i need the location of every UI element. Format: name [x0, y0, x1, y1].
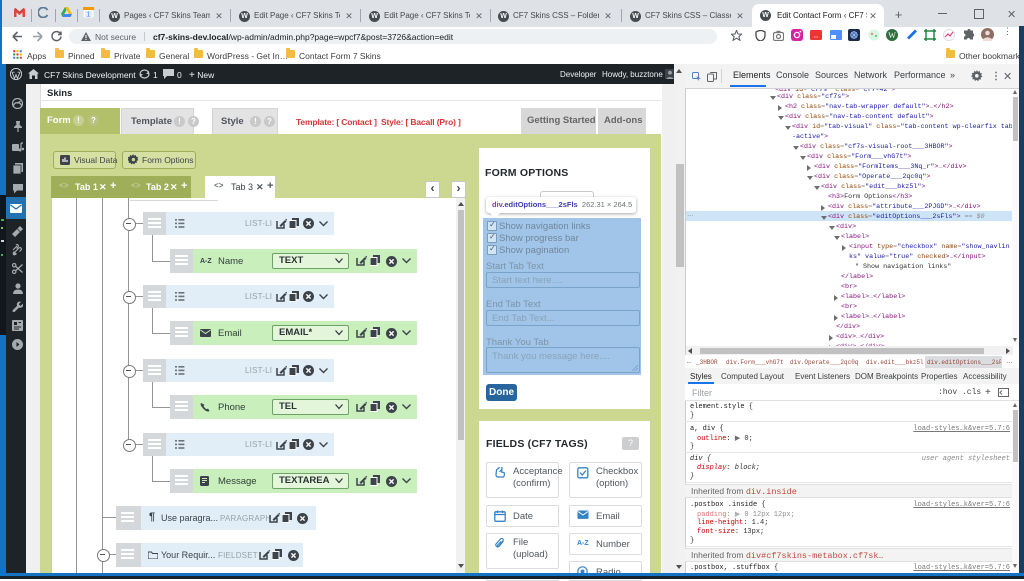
svg-text:1: 1	[87, 12, 91, 19]
svg-text:…: …	[813, 34, 819, 40]
svg-text:W: W	[888, 31, 896, 40]
